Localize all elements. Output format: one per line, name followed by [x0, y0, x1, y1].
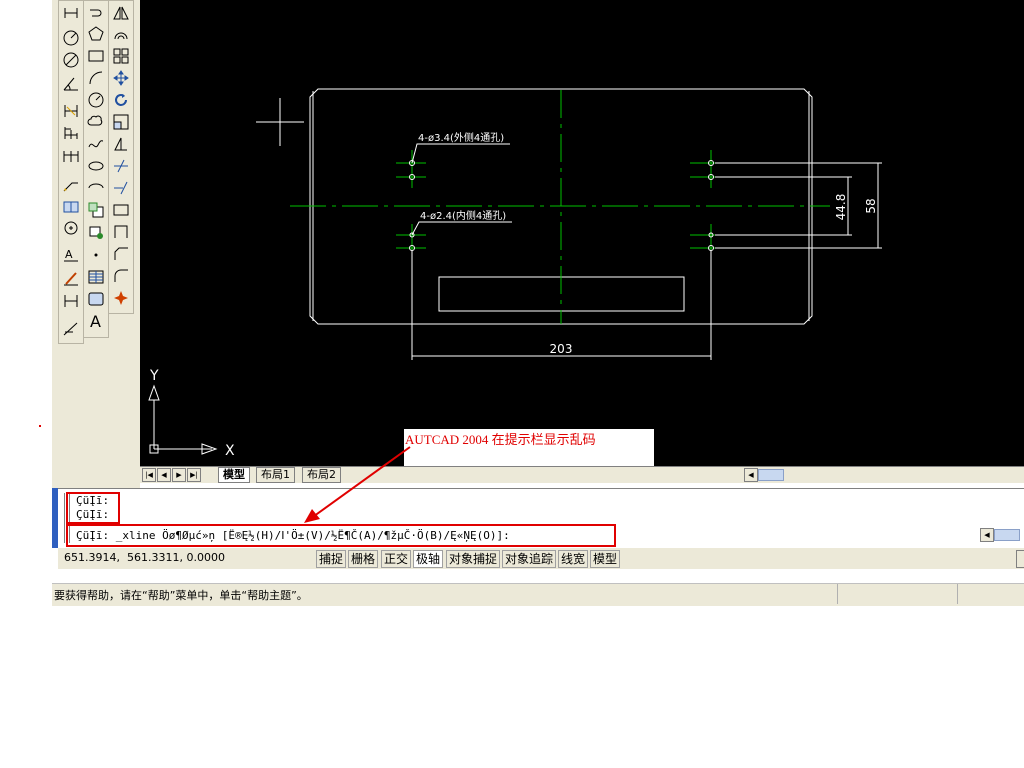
ortho-toggle[interactable]: 正交	[381, 550, 412, 568]
status-tray-icon[interactable]	[1016, 550, 1024, 568]
last-tab-button[interactable]: ▶|	[187, 468, 201, 482]
rectangle-icon[interactable]	[86, 46, 106, 65]
highlight-box-history	[66, 492, 120, 524]
break-icon[interactable]	[111, 200, 131, 219]
chamfer-icon[interactable]	[111, 244, 131, 263]
dimension-text-edit-icon[interactable]	[61, 268, 81, 287]
multiline-text-icon[interactable]: A	[86, 311, 106, 330]
insert-block-icon[interactable]	[86, 200, 106, 219]
dimension-58-text: 58	[864, 198, 878, 213]
dimension-44-8-text: 44.8	[834, 194, 848, 221]
tab-model[interactable]: 模型	[218, 467, 250, 483]
coordinate-readout: 651.3914, 561.3311, 0.0000	[64, 551, 225, 564]
region-icon[interactable]	[86, 289, 106, 308]
leader-icon[interactable]	[61, 175, 81, 194]
rotate-icon[interactable]	[111, 90, 131, 109]
stretch-icon[interactable]	[111, 134, 131, 153]
circle-icon[interactable]	[86, 90, 106, 109]
drawing-canvas[interactable]: 4-ø3.4(外侧4通孔) 4-ø2.4(内侧4通孔) 203 44.8 58	[140, 0, 1024, 466]
dimension-style-icon[interactable]	[61, 319, 81, 338]
linear-dimension-icon[interactable]	[61, 3, 81, 22]
move-icon[interactable]	[111, 68, 131, 87]
tolerance-icon[interactable]	[61, 197, 81, 216]
radius-dimension-icon[interactable]	[61, 28, 81, 47]
snap-toggle[interactable]: 捕捉	[316, 550, 347, 568]
hscroll-thumb[interactable]	[758, 469, 784, 481]
lineweight-toggle[interactable]: 线宽	[558, 550, 589, 568]
quick-dimension-icon[interactable]	[61, 101, 81, 120]
tab-layout1[interactable]: 布局1	[256, 467, 295, 483]
dimension-toolbar: A	[58, 0, 84, 344]
scale-icon[interactable]	[111, 112, 131, 131]
diameter-dimension-icon[interactable]	[61, 50, 81, 69]
spline-icon[interactable]	[86, 134, 106, 153]
baseline-dimension-icon[interactable]	[61, 123, 81, 142]
grid-toggle[interactable]: 栅格	[348, 550, 379, 568]
help-bar-divider	[837, 584, 838, 604]
center-mark-icon[interactable]	[61, 218, 81, 237]
svg-text:A: A	[65, 248, 73, 261]
drawing-svg: 4-ø3.4(外侧4通孔) 4-ø2.4(内侧4通孔) 203 44.8 58	[148, 88, 882, 459]
array-icon[interactable]	[111, 46, 131, 65]
command-scroll-thumb[interactable]	[994, 529, 1020, 541]
ellipse-icon[interactable]	[86, 156, 106, 175]
extend-icon[interactable]	[111, 178, 131, 197]
ucs-icon	[148, 384, 218, 455]
toolbar-dock: A A	[52, 0, 140, 488]
angular-dimension-icon[interactable]	[61, 74, 81, 93]
dimension-edit-icon[interactable]: A	[61, 245, 81, 264]
crosshair-cursor	[256, 98, 304, 146]
arc-icon[interactable]	[86, 68, 106, 87]
next-tab-button[interactable]: ▶	[172, 468, 186, 482]
hatch-icon[interactable]	[86, 267, 106, 286]
layout-tabs-bar: |◀ ◀ ▶ ▶| 模型 布局1 布局2 ◀	[140, 466, 1024, 483]
command-scroll-left-button[interactable]: ◀	[980, 528, 994, 542]
annotation-box: AUTCAD 2004 在提示栏显示乱码	[404, 429, 654, 495]
polygon-icon[interactable]	[86, 24, 106, 43]
dimension-203-text: 203	[550, 342, 573, 356]
annotation-arrow	[304, 446, 411, 523]
offset-icon[interactable]	[111, 24, 131, 43]
help-status-bar: 要获得帮助，请在“帮助”菜单中，单击“帮助主题”。	[52, 583, 1024, 606]
help-bar-divider-2	[957, 584, 958, 604]
annotation-text: AUTCAD 2004 在提示栏显示乱码	[405, 432, 596, 447]
ucs-x-label: X	[225, 443, 235, 459]
explode-icon[interactable]	[111, 288, 131, 307]
ucs-y-label: Y	[149, 368, 159, 384]
revision-cloud-icon[interactable]	[86, 112, 106, 131]
dimension-update-icon[interactable]	[61, 291, 81, 310]
hole-label-outer: 4-ø3.4(外侧4通孔)	[418, 131, 504, 144]
object-tracking-toggle[interactable]: 对象追踪	[502, 550, 557, 568]
fillet-icon[interactable]	[111, 266, 131, 285]
center-lines	[290, 90, 830, 324]
point-icon[interactable]	[86, 245, 106, 264]
svg-text:A: A	[90, 312, 101, 330]
break-at-point-icon[interactable]	[111, 222, 131, 241]
trim-icon[interactable]	[111, 156, 131, 175]
ellipse-arc-icon[interactable]	[86, 178, 106, 197]
object-snap-toggle[interactable]: 对象捕捉	[446, 550, 501, 568]
hole-label-inner: 4-ø2.4(内侧4通孔)	[420, 209, 506, 222]
mirror-icon[interactable]	[111, 3, 131, 22]
first-tab-button[interactable]: |◀	[142, 468, 156, 482]
help-text: 要获得帮助，请在“帮助”菜单中，单击“帮助主题”。	[54, 589, 308, 602]
make-block-icon[interactable]	[86, 222, 106, 241]
highlight-box-prompt	[66, 524, 616, 547]
continue-dimension-icon[interactable]	[61, 146, 81, 165]
red-dot	[39, 425, 41, 427]
previous-tab-button[interactable]: ◀	[157, 468, 171, 482]
model-toggle[interactable]: 模型	[590, 550, 621, 568]
draw-toolbar: A	[83, 0, 109, 338]
polyline-icon[interactable]	[86, 3, 106, 22]
hscroll-left-button[interactable]: ◀	[744, 468, 758, 482]
polar-toggle[interactable]: 极轴	[413, 550, 444, 568]
status-bar: 651.3914, 561.3311, 0.0000 捕捉 栅格 正交 极轴 对…	[58, 547, 1024, 569]
modify-toolbar	[108, 0, 134, 314]
